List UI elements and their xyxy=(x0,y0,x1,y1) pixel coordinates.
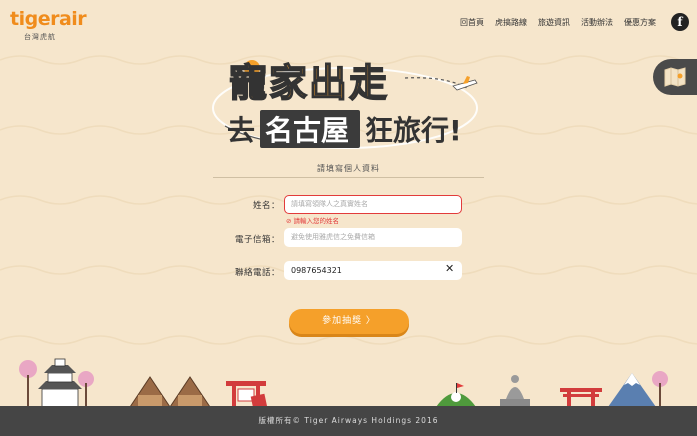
mount-fuji-icon xyxy=(608,373,656,407)
landmarks-illustration xyxy=(19,358,668,410)
main-nav: 回首頁 虎搞路線 旅遊資訊 活動辦法 優惠方案 xyxy=(460,17,667,28)
side-map-tab[interactable] xyxy=(653,59,697,95)
nagoya-castle-icon xyxy=(38,358,82,408)
form-divider xyxy=(213,177,484,178)
airplane-icon xyxy=(452,76,478,91)
buddha-statue-icon xyxy=(500,375,530,407)
phone-input[interactable]: 0987654321 xyxy=(284,261,462,280)
nav-home[interactable]: 回首頁 xyxy=(460,17,484,28)
nav-offers[interactable]: 優惠方案 xyxy=(624,17,656,28)
nav-travel-info[interactable]: 旅遊資訊 xyxy=(538,17,570,28)
facebook-icon[interactable]: f xyxy=(671,13,689,31)
nav-routes[interactable]: 虎搞路線 xyxy=(495,17,527,28)
hero-line2-city: 名古屋 xyxy=(265,114,349,147)
hero-line2-post: 狂旅行! xyxy=(365,114,462,147)
clear-phone-icon[interactable]: ✕ xyxy=(445,262,454,276)
gassho-house-icon xyxy=(129,376,211,408)
logo-text: tigerair xyxy=(10,8,87,30)
nav-event-rules[interactable]: 活動辦法 xyxy=(581,17,613,28)
email-input[interactable]: 避免使用雅虎信之免費信箱 xyxy=(284,228,462,247)
logo-subtext: 台灣虎航 xyxy=(24,33,56,41)
name-label: 姓名： xyxy=(252,201,280,211)
name-error-message: ⊘ 請輸入您的姓名 xyxy=(286,217,340,225)
hero-title-graphic: 寵家出走 去 名古屋 狂旅行! xyxy=(212,60,478,149)
map-icon xyxy=(664,67,686,87)
copyright-text: 版權所有© Tiger Airways Holdings 2016 xyxy=(258,416,439,425)
tigerair-logo[interactable]: tigerair 台灣虎航 xyxy=(10,8,87,44)
golf-hill-icon xyxy=(436,383,476,407)
email-label: 電子信箱： xyxy=(234,235,280,245)
name-input[interactable]: 請填寫領隊人之真實姓名 xyxy=(284,195,462,214)
join-lottery-button[interactable]: 參加抽獎 〉 xyxy=(289,309,409,334)
form-subtitle: 請填寫個人資料 xyxy=(317,164,380,173)
hero-line1: 寵家出走 xyxy=(229,61,389,105)
hero-line2-pre: 去 xyxy=(227,114,255,147)
phone-label: 聯絡電話： xyxy=(234,268,280,278)
